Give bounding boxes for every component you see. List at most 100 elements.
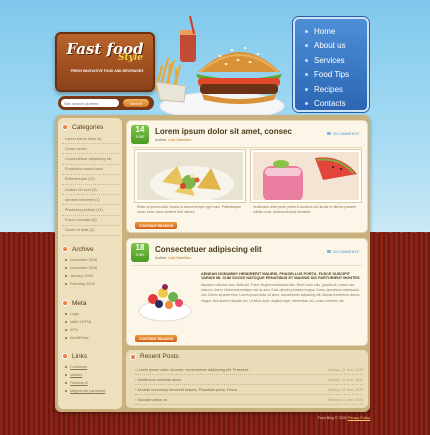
recent-post-title[interactable]: Aenean nonummy hendrerit mauris. Phasell… <box>135 388 237 392</box>
archive-item[interactable]: December 2008 <box>62 264 120 272</box>
recent-post-date: Monday, 14 June, 2009 <box>327 398 363 402</box>
recent-post-date: Monday, 14 June, 2009 <box>327 368 363 372</box>
bullet-icon <box>62 353 68 359</box>
post-author: Author: Lisa Hamilton <box>155 256 191 260</box>
post-body: Nascetur ridiculus mus. Nulla dui. Fusce… <box>201 283 360 303</box>
image-caption: Etiam mi ipsum nulla, mauris ut cursus t… <box>137 205 241 214</box>
recent-post-row[interactable]: Vestibulum molestie lacus Monday, 14 Jun… <box>135 376 363 385</box>
meta-item[interactable]: Valid XHTML <box>62 318 120 326</box>
recent-post-title[interactable]: Lorem ipsum dolor sit amet, consectetuer… <box>135 368 249 372</box>
categories-list: Lorem ipsum dolor sit Donec mollis Conse… <box>62 134 120 236</box>
logo-style-word: Style <box>118 53 144 63</box>
recent-posts-title: Recent Posts <box>140 353 179 360</box>
nav-item-services[interactable]: Services <box>301 53 361 68</box>
category-item[interactable]: Nullam vel sem (3) <box>62 185 120 196</box>
meta-item[interactable]: Login <box>62 310 120 318</box>
bullet-icon <box>305 87 308 91</box>
nav-item-label: Recipes <box>314 84 343 94</box>
nav-item-food-tips[interactable]: Food Tips <box>301 68 361 83</box>
continue-reading-button[interactable]: CONTINUE READING <box>135 335 178 342</box>
author-label: Author: <box>155 256 168 260</box>
author-name[interactable]: Lisa Hamilton <box>168 256 191 260</box>
meta-list: Login Valid XHTML XFN WordPress <box>62 310 120 342</box>
post-date-badge: 14 JUNE <box>131 125 149 144</box>
link-item[interactable]: Continues <box>62 363 120 371</box>
bullet-icon <box>305 29 308 33</box>
post-title[interactable]: Consectetuer adipiscing elit <box>155 245 262 254</box>
nav-item-contacts[interactable]: Contacts <box>301 97 361 112</box>
archive-section: Archive November 2008 December 2008 Janu… <box>62 244 120 288</box>
comments-link[interactable]: 25 COMMENTS <box>327 132 359 136</box>
bullet-icon <box>305 58 308 62</box>
privacy-policy-link[interactable]: Privacy Policy <box>348 416 370 420</box>
continue-reading-button[interactable]: CONTINUE READING <box>135 222 178 229</box>
search-bar: search <box>58 96 154 110</box>
link-item[interactable]: Facilisis et <box>62 379 120 387</box>
image-caption: Vestibulum ante ipsum primis in faucibus… <box>253 205 357 214</box>
meta-item[interactable]: WordPress <box>62 334 120 342</box>
categories-heading: Categories <box>62 122 120 132</box>
nav-item-recipes[interactable]: Recipes <box>301 82 361 97</box>
post-subheading: AENEAN NONUMMY HENDRERIT MAURIS. PHASELL… <box>201 272 361 280</box>
post-title[interactable]: Lorem ipsum dolor sit amet, consec <box>155 127 292 136</box>
category-item[interactable]: Donec mollis <box>62 144 120 155</box>
post-day: 18 <box>135 243 145 252</box>
recent-post-row[interactable]: Lorem ipsum dolor sit amet, consectetuer… <box>135 366 363 375</box>
meta-heading: Meta <box>62 298 120 308</box>
bullet-icon <box>62 246 68 252</box>
archive-item[interactable]: November 2008 <box>62 256 120 264</box>
author-label: Author: <box>155 138 168 142</box>
bullet-icon <box>305 44 308 48</box>
recent-post-title[interactable]: Vestibulum molestie lacus <box>135 378 181 382</box>
post-month: JUNE <box>135 253 145 257</box>
post-image-nachos <box>135 150 245 202</box>
nav-item-label: Food Tips <box>314 70 350 80</box>
category-item[interactable]: Pellentesque (12) <box>62 175 120 185</box>
nav-item-label: About us <box>314 41 346 51</box>
category-item[interactable]: Phasellus pretium (11) <box>62 205 120 216</box>
bullet-icon <box>62 124 68 130</box>
link-item[interactable]: Magnis dis parturient <box>62 387 120 395</box>
archive-title: Archive <box>72 245 94 253</box>
category-item[interactable]: Phasellus mauris nunc <box>62 165 120 175</box>
divider <box>132 265 362 266</box>
category-item[interactable]: Aenean hendrerit (1) <box>62 195 120 206</box>
nav-item-label: Home <box>314 26 336 36</box>
category-item[interactable]: Donec et ante (2) <box>62 226 120 236</box>
bullet-icon <box>305 102 308 106</box>
post-month: JUNE <box>135 135 145 139</box>
links-list: Continues Validus Facilisis et Magnis di… <box>62 363 120 395</box>
archive-heading: Archive <box>62 244 120 254</box>
nav-item-about-us[interactable]: About us <box>301 39 361 54</box>
fruit-bowl-image <box>135 269 195 327</box>
archive-list: November 2008 December 2008 January 2009… <box>62 256 120 288</box>
nav-item-label: Contacts <box>314 99 346 109</box>
blog-post: 18 JUNE Consectetuer adipiscing elit Aut… <box>126 238 368 346</box>
links-title: Links <box>72 352 88 360</box>
recent-post-date: Monday, 14 June, 2009 <box>327 378 363 382</box>
logo-tagline: FRESH INNOVATIVE FOOD AND BEVERAGES <box>70 69 144 73</box>
category-item[interactable]: Fusce convallis (8) <box>62 216 120 226</box>
archive-item[interactable]: February 2009 <box>62 280 120 288</box>
nav-item-home[interactable]: Home <box>301 24 361 39</box>
nachos-image <box>137 152 243 200</box>
search-button[interactable]: search <box>123 99 149 107</box>
link-item[interactable]: Validus <box>62 371 120 379</box>
comments-link[interactable]: 15 COMMENTS <box>327 250 359 254</box>
post-date-badge: 18 JUNE <box>131 243 149 262</box>
category-item[interactable]: Consectetuer adipiscing elit <box>62 154 120 165</box>
meta-item[interactable]: XFN <box>62 326 120 334</box>
blog-post: 14 JUNE Lorem ipsum dolor sit amet, cons… <box>126 120 368 233</box>
recent-post-title[interactable]: Suscipit varius mi <box>135 398 167 402</box>
recent-post-row[interactable]: Aenean nonummy hendrerit mauris. Phasell… <box>135 386 363 395</box>
recent-post-row[interactable]: Suscipit varius mi Monday, 14 June, 2009 <box>135 396 363 405</box>
archive-item[interactable]: January 2009 <box>62 272 120 280</box>
search-input[interactable] <box>61 99 119 107</box>
category-item[interactable]: Lorem ipsum dolor sit <box>62 134 120 145</box>
author-name[interactable]: Lisa Hamilton <box>168 138 191 142</box>
categories-title: Categories <box>72 123 104 131</box>
burger-fries-drink-illustration <box>154 15 285 121</box>
footer: Food Blog © 2009 Privacy Policy <box>318 416 370 420</box>
nav-item-label: Services <box>314 55 345 65</box>
divider <box>132 147 362 148</box>
